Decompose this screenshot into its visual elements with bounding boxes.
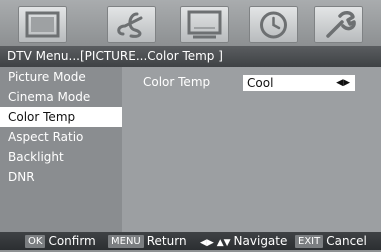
left-right-arrows-icon[interactable]: ◀▶ [336,75,350,91]
confirm-label: Confirm [48,234,96,248]
sidebar-item-picture-mode[interactable]: Picture Mode [0,67,122,87]
settings-panel: Color Temp Cool ◀▶ [122,67,381,232]
menu-tab-timer[interactable] [249,6,298,43]
return-hint: MENU Return [108,232,187,250]
cancel-label: Cancel [326,234,367,248]
menu-icon-bar [0,0,381,46]
picture-icon [25,11,60,38]
sidebar-item-dnr[interactable]: DNR [0,167,122,187]
menu-tab-screen[interactable] [180,6,229,43]
screen-icon [187,10,222,39]
key-hint-bar: OK Confirm MENU Return ◀▶ ▲▼ Navigate EXIT C… [0,232,381,250]
ok-key-badge: OK [25,235,46,248]
cancel-hint: EXIT Cancel [295,232,367,250]
menu-tab-setup[interactable] [314,6,363,43]
navigate-label: Navigate [233,234,288,248]
breadcrumb: DTV Menu...[PICTURE...Color Temp ] [0,46,381,67]
color-temp-label: Color Temp [143,75,211,89]
picture-submenu: Picture Mode Cinema Mode Color Temp Aspe… [0,67,122,232]
sidebar-item-color-temp[interactable]: Color Temp [0,107,122,127]
color-temp-value: Cool [247,76,274,90]
navigate-arrows-icon: ◀▶ ▲▼ [200,238,231,248]
sidebar-item-backlight[interactable]: Backlight [0,147,122,167]
sidebar-item-aspect-ratio[interactable]: Aspect Ratio [0,127,122,147]
exit-key-badge: EXIT [295,235,324,248]
sidebar-item-cinema-mode[interactable]: Cinema Mode [0,87,122,107]
color-temp-selector[interactable]: Cool ◀▶ [243,75,355,91]
confirm-hint: OK Confirm [25,232,96,250]
menu-tab-picture[interactable] [18,6,67,43]
return-label: Return [146,234,187,248]
menu-key-badge: MENU [108,235,144,248]
audio-icon [117,12,143,38]
setup-wrench-icon [326,11,356,38]
navigate-hint: ◀▶ ▲▼ Navigate [200,232,287,252]
clock-icon [260,11,287,39]
menu-tab-audio[interactable] [107,6,156,43]
